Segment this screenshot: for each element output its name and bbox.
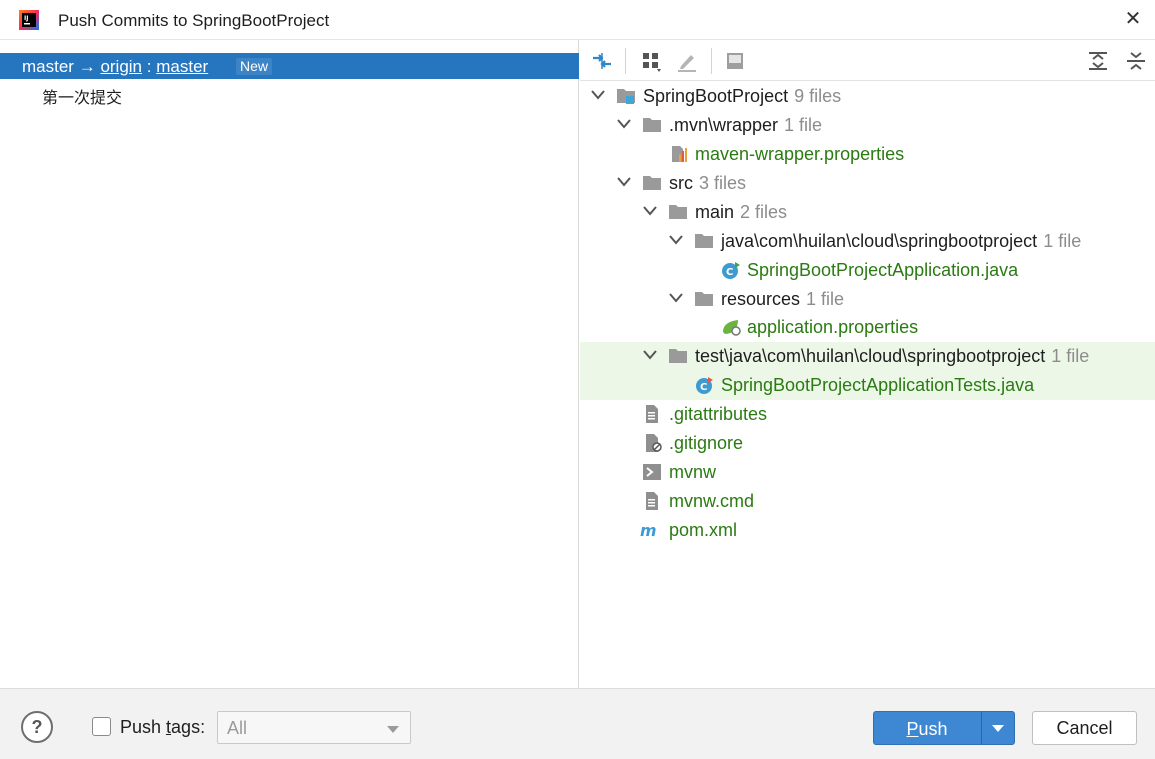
- changes-toolbar: [580, 40, 1155, 81]
- dropdown-arrow-icon: [387, 726, 399, 733]
- tree-label: .gitattributes: [669, 404, 768, 424]
- remote-link[interactable]: origin: [100, 57, 142, 76]
- folder-icon: [695, 292, 713, 306]
- push-tags-select[interactable]: All: [217, 711, 411, 744]
- svg-text:C: C: [726, 267, 733, 278]
- text-file-icon: [646, 405, 658, 423]
- push-options-dropdown-icon[interactable]: [982, 712, 1014, 744]
- edit-icon[interactable]: [675, 49, 699, 73]
- changes-pane: SpringBootProject 9 files .mvn\wrapper 1 f…: [580, 40, 1155, 688]
- svg-text:m: m: [640, 521, 657, 539]
- push-tags-select-value: All: [227, 718, 248, 738]
- branch-row-selected[interactable]: master → origin : master New: [0, 53, 579, 79]
- remote-branch-link[interactable]: master: [156, 57, 208, 76]
- tree-label: main 2 files: [695, 202, 788, 222]
- java-test-class-icon: C: [696, 377, 713, 394]
- tree-node-gitattributes[interactable]: .gitattributes: [580, 400, 1155, 429]
- collapse-all-icon[interactable]: [1124, 49, 1148, 73]
- tree-label: application.properties: [747, 317, 919, 337]
- intellij-app-icon: IJ: [19, 10, 39, 30]
- tree-node-pom-xml[interactable]: m pom.xml: [580, 516, 1155, 545]
- text-file-icon: [646, 492, 658, 510]
- java-class-icon: C: [722, 262, 740, 279]
- commit-item[interactable]: 第一次提交: [42, 84, 122, 108]
- push-tags-checkbox[interactable]: [92, 717, 111, 736]
- tree-node-application-tests-java[interactable]: C SpringBootProjectApplicationTests.java: [580, 371, 1155, 400]
- preview-icon[interactable]: [723, 49, 747, 73]
- folder-icon: [643, 176, 661, 190]
- expand-all-icon[interactable]: [1086, 49, 1110, 73]
- chevron-down-icon[interactable]: [669, 235, 683, 245]
- svg-text:C: C: [700, 382, 707, 393]
- tree-label: src 3 files: [669, 173, 747, 193]
- tree-node-test-package[interactable]: test\java\com\huilan\cloud\springbootpro…: [580, 342, 1155, 371]
- tree-node-maven-wrapper-properties[interactable]: maven-wrapper.properties: [580, 140, 1155, 169]
- help-button[interactable]: ?: [21, 711, 53, 743]
- tree-node-root[interactable]: SpringBootProject 9 files: [580, 82, 1155, 111]
- group-by-icon[interactable]: [640, 49, 664, 73]
- tree-label: .gitignore: [669, 433, 744, 453]
- tree-label: SpringBootProject 9 files: [643, 86, 842, 106]
- chevron-down-icon[interactable]: [617, 119, 631, 129]
- toolbar-separator: [711, 48, 712, 74]
- tree-node-gitignore[interactable]: .gitignore: [580, 429, 1155, 458]
- folder-icon: [669, 205, 687, 219]
- tree-node-java-package[interactable]: java\com\huilan\cloud\springbootproject 1…: [580, 227, 1155, 256]
- tree-label: mvnw: [669, 462, 717, 482]
- tree-node-application-properties[interactable]: application.properties: [580, 313, 1155, 342]
- properties-file-icon: [672, 146, 687, 162]
- chevron-down-icon[interactable]: [643, 206, 657, 216]
- tree-node-application-java[interactable]: C SpringBootProjectApplication.java: [580, 256, 1155, 285]
- title-bar: IJ Push Commits to SpringBootProject ✕: [0, 0, 1155, 40]
- tree-label: mvnw.cmd: [669, 491, 755, 511]
- chevron-down-icon[interactable]: [669, 293, 683, 303]
- compare-arrows-icon[interactable]: [590, 49, 614, 73]
- branch-mapping: master → origin : master: [22, 57, 208, 77]
- tree-label: SpringBootProjectApplication.java: [747, 260, 1019, 280]
- window-title: Push Commits to SpringBootProject: [58, 11, 330, 30]
- tree-node-mvnw-cmd[interactable]: mvnw.cmd: [580, 487, 1155, 516]
- new-branch-badge: New: [236, 58, 273, 75]
- tree-label: test\java\com\huilan\cloud\springbootpro…: [695, 346, 1090, 366]
- spring-properties-icon: [723, 320, 741, 336]
- folder-icon: [695, 234, 713, 248]
- toolbar-separator: [625, 48, 626, 74]
- tree-label: maven-wrapper.properties: [695, 144, 905, 164]
- push-button[interactable]: Push: [873, 711, 1015, 745]
- push-tags-label: Push tags:: [120, 717, 206, 737]
- commits-pane: master → origin : master New 第一次提交: [0, 40, 579, 688]
- chevron-down-icon[interactable]: [643, 350, 657, 360]
- svg-text:IJ: IJ: [24, 15, 28, 22]
- folder-icon: [669, 349, 687, 363]
- cancel-button[interactable]: Cancel: [1032, 711, 1137, 745]
- tree-node-main[interactable]: main 2 files: [580, 198, 1155, 227]
- dialog-footer: ? Push tags: All Push Cancel: [0, 688, 1155, 759]
- ignore-file-icon: [646, 434, 662, 452]
- tree-label: SpringBootProjectApplicationTests.java: [721, 375, 1035, 395]
- chevron-down-icon[interactable]: [617, 177, 631, 187]
- chevron-down-icon[interactable]: [591, 90, 605, 100]
- local-branch: master: [22, 57, 74, 76]
- folder-icon: [643, 118, 661, 132]
- tree-node-resources[interactable]: resources 1 file: [580, 285, 1155, 314]
- shell-script-icon: [643, 464, 661, 480]
- tree-node-mvn-wrapper[interactable]: .mvn\wrapper 1 file: [580, 111, 1155, 140]
- tree-node-src[interactable]: src 3 files: [580, 169, 1155, 198]
- tree-label: resources 1 file: [721, 289, 845, 309]
- tree-label: .mvn\wrapper 1 file: [669, 115, 823, 135]
- tree-node-mvnw[interactable]: mvnw: [580, 458, 1155, 487]
- arrow-text: →: [78, 57, 96, 76]
- push-button-label: Push: [906, 719, 948, 739]
- branch-separator: :: [146, 57, 152, 76]
- tree-label: java\com\huilan\cloud\springbootproject 1…: [721, 231, 1082, 251]
- project-folder-icon: [617, 89, 635, 104]
- maven-pom-icon: m: [640, 521, 657, 539]
- tree-label: pom.xml: [669, 520, 738, 540]
- close-icon[interactable]: ✕: [1122, 8, 1144, 30]
